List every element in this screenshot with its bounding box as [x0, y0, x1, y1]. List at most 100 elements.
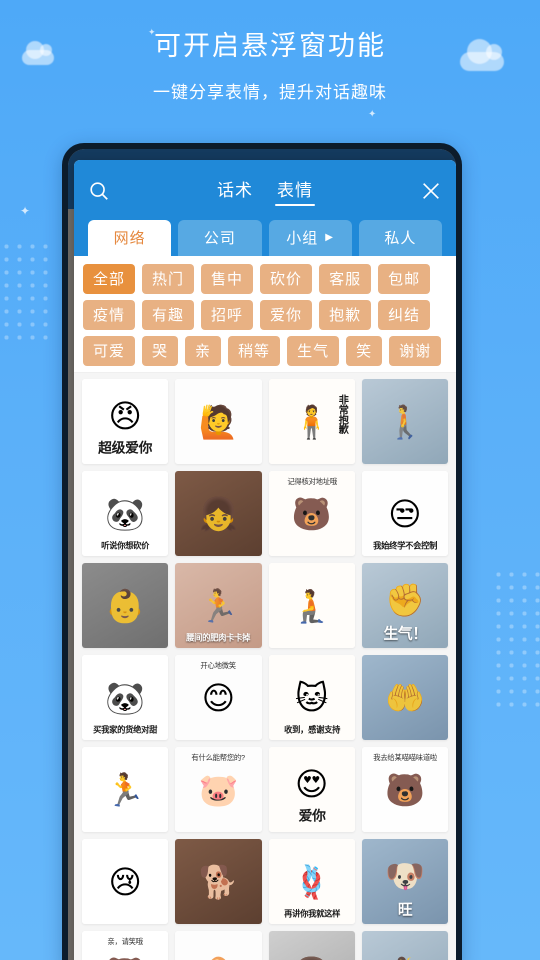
- sticker-glyph: 👧: [269, 931, 355, 960]
- search-icon: [90, 182, 108, 200]
- tag-chip[interactable]: 生气: [287, 336, 340, 366]
- sticker-panel: 话术 表情 网络 公司 小组 ▶ 私人 全部 热门 售中 砍价 客服 包邮 疫情…: [74, 160, 456, 960]
- promo-subheadline: 一键分享表情，提升对话趣味: [153, 83, 387, 102]
- sticker-item[interactable]: 🧎: [268, 563, 355, 648]
- sticker-item[interactable]: 💃: [361, 931, 448, 960]
- sparkle-icon-2: ✦: [368, 109, 377, 120]
- close-icon: [423, 183, 439, 199]
- sticker-item[interactable]: 🧍 非常抱歉: [268, 379, 355, 464]
- sticker-item[interactable]: 😢: [82, 839, 169, 924]
- sticker-glyph: 🐕: [198, 863, 239, 900]
- sticker-caption: 买我家的货绝对甜: [93, 725, 158, 735]
- sticker-item[interactable]: 🙋: [175, 379, 262, 464]
- sticker-item[interactable]: 🐼 听说你想砍价: [82, 471, 169, 556]
- category-tab-label: 私人: [384, 230, 417, 247]
- panel-tab-list: 话术 表情: [217, 176, 315, 206]
- dot-pattern-right: [492, 568, 540, 713]
- tag-chip[interactable]: 有趣: [142, 300, 195, 330]
- category-tab-label: 公司: [203, 230, 236, 247]
- sticker-item[interactable]: 🏃: [82, 747, 169, 832]
- search-button[interactable]: [88, 180, 116, 202]
- tag-chip[interactable]: 热门: [142, 264, 195, 294]
- tag-chip[interactable]: 全部: [83, 264, 136, 294]
- promo-headline: 可开启悬浮窗功能: [154, 31, 386, 61]
- sticker-item[interactable]: 👧: [268, 931, 355, 960]
- sticker-caption: 开心地微笑: [200, 661, 237, 670]
- sparkle-icon-3: ✦: [20, 204, 31, 218]
- sticker-glyph: 👶: [105, 587, 146, 624]
- phone-mockup: 信 C言息 C言二 C言 C言 C言 C言 C言月 C在: [62, 143, 462, 960]
- tag-chip[interactable]: 售中: [201, 264, 254, 294]
- sticker-caption: 非常抱歉: [337, 394, 349, 435]
- sticker-item[interactable]: 🥚: [175, 931, 262, 960]
- category-tab-siren[interactable]: 私人: [358, 220, 442, 256]
- sticker-item[interactable]: 🐻 我去给某喵喵味道啦: [361, 747, 448, 832]
- sticker-glyph: 🚶: [384, 403, 425, 440]
- sticker-item[interactable]: 🪢 再讲你我就这样: [268, 839, 355, 924]
- sticker-caption: 爱你: [298, 808, 326, 825]
- sticker-glyph: 🏃: [105, 771, 146, 808]
- sticker-item[interactable]: 🚶: [361, 379, 448, 464]
- sticker-caption: 超级爱你: [98, 440, 153, 457]
- sticker-item[interactable]: 🐕: [175, 839, 262, 924]
- sticker-glyph: 😢: [108, 863, 142, 900]
- sticker-item[interactable]: 😊 开心地微笑: [175, 655, 262, 740]
- tag-list: 全部 热门 售中 砍价 客服 包邮疫情 有趣 招呼 爱你 抱歉 纠结可爱哭亲稍等 生气笑谢谢: [83, 264, 447, 366]
- tag-chip[interactable]: 招呼: [201, 300, 254, 330]
- sticker-caption: 再讲你我就这样: [283, 909, 340, 919]
- panel-header: 话术 表情 网络 公司 小组 ▶ 私人: [74, 160, 456, 256]
- sticker-item[interactable]: 😠 超级爱你: [82, 379, 169, 464]
- sticker-caption: 我始终学不会控制: [372, 541, 437, 551]
- category-tab-gongsi[interactable]: 公司: [178, 220, 262, 256]
- sticker-item[interactable]: 😍 爱你: [268, 747, 355, 832]
- sticker-grid: 😠 超级爱你 🙋 🧍 非常抱歉 🚶 🐼 听说你想砍价 👧 🐻 记得核对地址哦 😒 我始终学不会控制 👶 🏃 腰…: [74, 373, 456, 960]
- tag-chip[interactable]: 笑: [346, 336, 383, 366]
- sticker-glyph: 🧎: [291, 587, 332, 624]
- sticker-caption: 我去给某喵喵味道啦: [372, 753, 437, 762]
- tag-chip[interactable]: 哭: [142, 336, 179, 366]
- sticker-item[interactable]: ✊ 生气！: [361, 563, 448, 648]
- tag-chip[interactable]: 谢谢: [389, 336, 442, 366]
- sticker-item[interactable]: 🐶 旺: [361, 839, 448, 924]
- tag-chip[interactable]: 疫情: [83, 300, 136, 330]
- sticker-item[interactable]: 🤲: [361, 655, 448, 740]
- sticker-glyph: 💃: [362, 931, 448, 960]
- category-tab-label: 网络: [113, 230, 146, 247]
- category-tab-list: 网络 公司 小组 ▶ 私人: [88, 214, 442, 256]
- tag-chip[interactable]: 亲: [185, 336, 222, 366]
- sticker-item[interactable]: 🐻亲，请笑哦: [82, 931, 169, 960]
- tab-huashu[interactable]: 话术: [217, 176, 253, 206]
- tag-chip[interactable]: 稍等: [228, 336, 281, 366]
- sticker-caption: 旺: [397, 902, 413, 919]
- sticker-item[interactable]: 🏃 腰间的肥肉卡卡掉: [175, 563, 262, 648]
- sticker-item[interactable]: 👶: [82, 563, 169, 648]
- phone-screen: 信 C言息 C言二 C言 C言 C言 C言 C言月 C在: [68, 149, 456, 960]
- sticker-caption: 生气！: [383, 626, 427, 643]
- sticker-caption: 亲，请笑哦: [107, 937, 143, 946]
- tag-chip[interactable]: 纠结: [378, 300, 431, 330]
- close-button[interactable]: [414, 180, 442, 202]
- sticker-caption: 收到，感谢支持: [283, 725, 340, 735]
- tag-chip[interactable]: 可爱: [83, 336, 136, 366]
- dot-pattern-left: [0, 240, 52, 345]
- panel-header-top: 话术 表情: [88, 168, 442, 214]
- tag-chip[interactable]: 客服: [319, 264, 372, 294]
- sticker-item[interactable]: 🐷 有什么能帮您的?: [175, 747, 262, 832]
- category-tab-wangluo[interactable]: 网络: [88, 220, 172, 256]
- sticker-item[interactable]: 👧: [175, 471, 262, 556]
- sticker-item[interactable]: 🐼 买我家的货绝对甜: [82, 655, 169, 740]
- sticker-item[interactable]: 🐱 收到，感谢支持: [268, 655, 355, 740]
- tag-chip[interactable]: 包邮: [378, 264, 431, 294]
- tag-chip[interactable]: 爱你: [260, 300, 313, 330]
- sticker-caption: 腰间的肥肉卡卡掉: [186, 633, 251, 643]
- tag-chip[interactable]: 抱歉: [319, 300, 372, 330]
- tag-chip[interactable]: 砍价: [260, 264, 313, 294]
- sticker-glyph: 🥚: [175, 931, 261, 960]
- sticker-caption: 有什么能帮您的?: [191, 753, 246, 762]
- sticker-item[interactable]: 😒 我始终学不会控制: [361, 471, 448, 556]
- sticker-item[interactable]: 🐻 记得核对地址哦: [268, 471, 355, 556]
- tag-filter-area: 全部 热门 售中 砍价 客服 包邮疫情 有趣 招呼 爱你 抱歉 纠结可爱哭亲稍等 生气笑谢谢: [74, 256, 456, 373]
- tab-biaoqing[interactable]: 表情: [275, 176, 315, 206]
- category-tab-xiaozu[interactable]: 小组 ▶: [268, 220, 352, 256]
- sticker-glyph: 🙋: [198, 403, 239, 440]
